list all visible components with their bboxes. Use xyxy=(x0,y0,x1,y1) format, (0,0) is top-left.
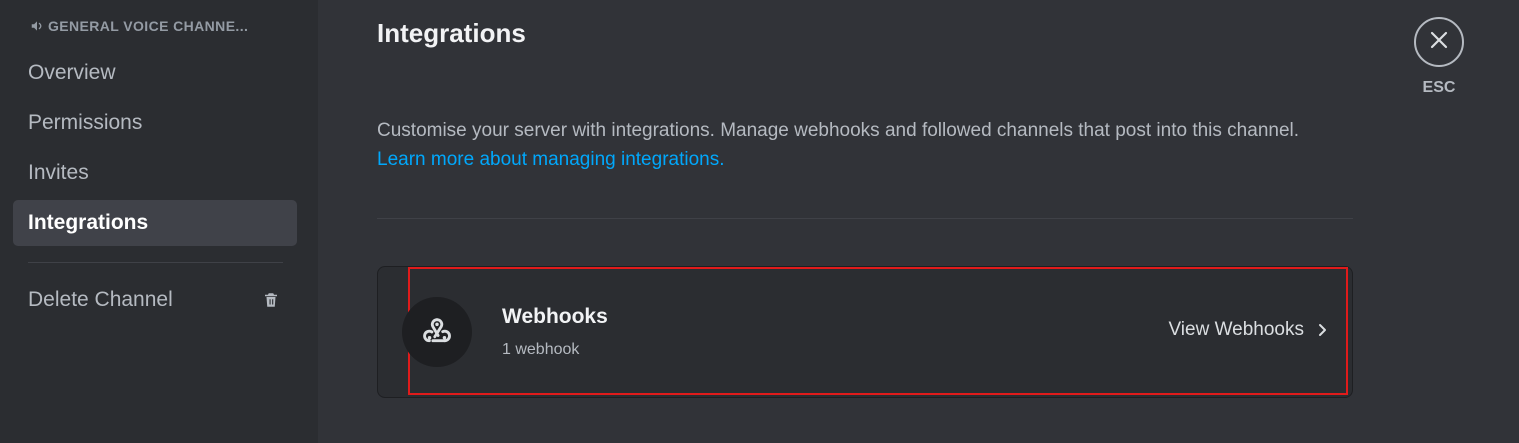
delete-channel-label: Delete Channel xyxy=(28,288,173,311)
integrations-description: Customise your server with integrations.… xyxy=(377,116,1357,174)
sidebar-item-label: Invites xyxy=(28,161,89,184)
integrations-panel: Integrations Customise your server with … xyxy=(318,0,1519,443)
description-text: Customise your server with integrations.… xyxy=(377,120,1300,141)
delete-channel-button[interactable]: Delete Channel xyxy=(13,277,297,323)
page-title: Integrations xyxy=(377,18,526,48)
sidebar-header: GENERAL VOICE CHANNE... xyxy=(29,18,289,34)
chevron-right-icon xyxy=(1316,323,1330,337)
speaker-icon xyxy=(29,18,45,34)
trash-icon xyxy=(261,290,281,310)
sidebar-item-permissions[interactable]: Permissions xyxy=(13,100,297,146)
close-icon xyxy=(1430,31,1448,54)
view-webhooks-label: View Webhooks xyxy=(1168,319,1304,340)
webhooks-card[interactable]: Webhooks 1 webhook View Webhooks xyxy=(377,266,1353,398)
webhooks-count: 1 webhook xyxy=(502,341,580,358)
learn-more-link[interactable]: Learn more about managing integrations. xyxy=(377,149,725,170)
webhook-icon xyxy=(402,297,472,367)
sidebar-divider xyxy=(28,262,283,263)
sidebar-header-label: GENERAL VOICE CHANNE... xyxy=(48,18,249,34)
esc-label: ESC xyxy=(1422,79,1456,96)
channel-settings-window: GENERAL VOICE CHANNE... Overview Permiss… xyxy=(0,0,1519,443)
settings-sidebar: GENERAL VOICE CHANNE... Overview Permiss… xyxy=(0,0,318,443)
sidebar-item-integrations[interactable]: Integrations xyxy=(13,200,297,246)
content-divider xyxy=(377,218,1353,219)
close-control: ESC xyxy=(1412,17,1466,97)
sidebar-item-overview[interactable]: Overview xyxy=(13,50,297,96)
sidebar-item-label: Integrations xyxy=(28,211,149,234)
sidebar-item-label: Overview xyxy=(28,61,116,84)
sidebar-item-label: Permissions xyxy=(28,111,143,134)
webhooks-title: Webhooks xyxy=(502,305,608,328)
view-webhooks-button[interactable]: View Webhooks xyxy=(1168,319,1330,341)
close-button[interactable] xyxy=(1414,17,1464,67)
sidebar-item-invites[interactable]: Invites xyxy=(13,150,297,196)
